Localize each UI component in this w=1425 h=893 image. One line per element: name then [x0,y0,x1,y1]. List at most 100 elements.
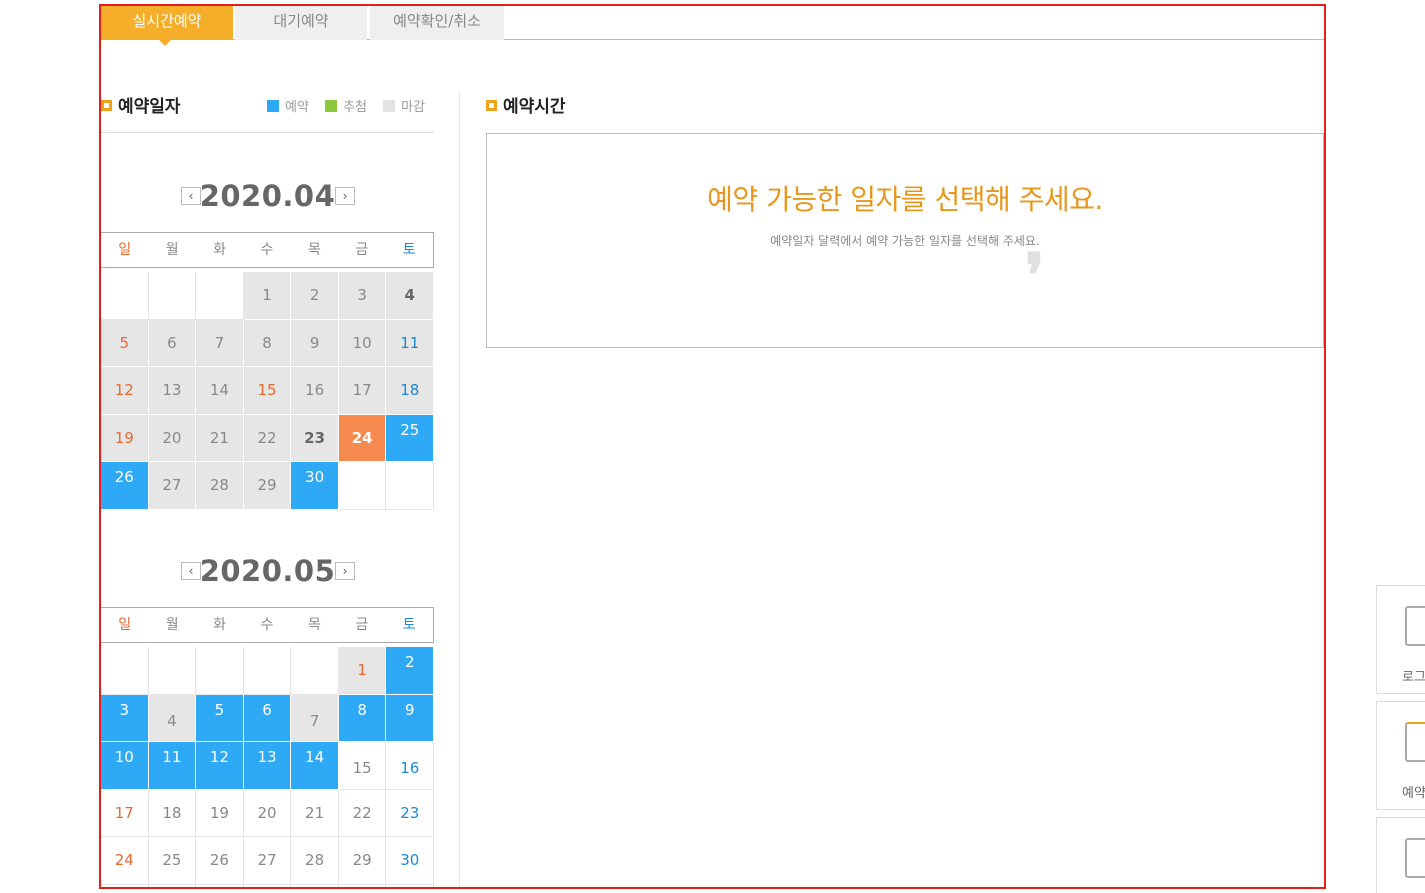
reservation-time-heading: 예약시간 [486,92,566,117]
calendar-day-9: 9 [291,319,339,367]
calendar-day-2[interactable]: 2 [386,647,435,695]
calendar-day-26[interactable]: 26 [101,462,149,510]
calendar-week-row: 12 [101,647,435,695]
calendar-empty-cell [338,884,387,887]
calendar-day-6: 6 [148,319,197,367]
calendar-day-6[interactable]: 6 [243,694,292,742]
calendar-month-title: 2020.04 [199,179,336,213]
calendar-day-24[interactable]: 24 [338,414,387,462]
calendar-day-10[interactable]: 10 [101,742,149,790]
calendar-empty-cell [148,884,197,887]
calendar-day-31: 31 [101,884,149,887]
calendar-day-8: 8 [243,319,292,367]
calendar-day-7: 7 [196,319,244,367]
calendar-day-14: 14 [196,367,244,415]
calendar-day-7: 7 [291,694,339,742]
weekday-label: 목 [307,617,321,633]
calendar-day-27: 27 [148,462,197,510]
calendar-empty-cell [243,647,292,695]
calendar-empty-cell [101,647,149,695]
calendar-day-13: 13 [148,367,197,415]
calendar-header: ‹ 2020.04 › [101,176,434,216]
weekday-header: 일월화수목금토 [101,232,434,268]
calendar-day-29: 29 [243,462,292,510]
weekday-label: 토 [402,242,416,258]
calendar-day-17: 17 [101,789,149,837]
calendar-day-19: 19 [101,414,149,462]
bullet-square-icon [486,100,497,111]
calendar-day-1: 1 [338,647,387,695]
calendar-empty-cell [291,647,339,695]
calendar-day-28: 28 [196,462,244,510]
calendar-day-16: 16 [386,742,435,790]
calendar-day-13[interactable]: 13 [243,742,292,790]
calendar-april: ‹ 2020.04 › [101,176,434,216]
prev-month-button[interactable]: ‹ [181,187,201,205]
calendar-empty-cell [196,884,244,887]
time-selection-box: 예약 가능한 일자를 선택해 주세요. 예약일자 달력에서 예약 가능한 일자를… [486,133,1324,348]
calendar-day-30[interactable]: 30 [291,462,339,510]
calendar-day-3: 3 [338,272,387,320]
calendar-day-11[interactable]: 11 [148,742,197,790]
calendar-day-5: 5 [101,319,149,367]
calendar-empty-cell [291,884,339,887]
calendar-day-19: 19 [196,789,244,837]
calendar-grid-april: 1 2 3 4 5 6 7 8 9 10 11 12 13 14 15 16 17 18 19 20 21 22 23 24 2… [101,272,435,510]
calendar-day-28: 28 [291,837,339,885]
calendar-day-12[interactable]: 12 [196,742,244,790]
calendar-day-15: 15 [338,742,387,790]
reservation-date-heading: 예약일자 [101,92,181,117]
quick-menu-reservation[interactable]: 예약 [1376,701,1425,810]
calendar-day-20: 20 [148,414,197,462]
weekday-label: 토 [402,617,416,633]
calendar-day-3[interactable]: 3 [101,694,149,742]
calendar-day-25[interactable]: 25 [386,414,435,462]
calendar-week-row: 1234 [101,272,435,320]
weekday-label: 금 [355,242,369,258]
calendar-day-23: 23 [291,414,339,462]
next-month-button[interactable]: › [335,187,355,205]
quote-mark-icon: ❜ [1025,241,1045,311]
calendar-day-1: 1 [243,272,292,320]
calendar-month-title: 2020.05 [199,554,336,588]
calendar-day-14[interactable]: 14 [291,742,339,790]
weekday-label: 목 [307,242,321,258]
calendar-day-22: 22 [338,789,387,837]
calendar-day-4: 4 [148,694,197,742]
legend-item-reserve: 예약 [267,100,309,115]
weekday-label: 화 [213,617,226,633]
divider [101,132,434,133]
calendar-day-4: 4 [386,272,435,320]
tab-waiting-reservation[interactable]: 대기예약 [235,6,367,40]
calendar-day-21: 21 [196,414,244,462]
calendar-day-9[interactable]: 9 [386,694,435,742]
column-divider [459,92,460,887]
weekday-label: 수 [260,242,274,258]
select-date-message: 예약 가능한 일자를 선택해 주세요. [707,183,1103,216]
calendar-day-10: 10 [338,319,387,367]
reservation-panel: 실시간예약 대기예약 예약확인/취소 예약일자 예약 추첨 마감 ‹ 2020.… [99,4,1326,889]
quick-menu-other[interactable] [1376,817,1425,893]
calendar-empty-cell [338,462,387,510]
weekday-label: 금 [355,617,369,633]
calendar-day-8[interactable]: 8 [338,694,387,742]
tab-realtime-reservation[interactable]: 실시간예약 [101,6,233,46]
legend-swatch-icon [383,100,396,112]
calendar-icon [1405,722,1425,762]
calendar-day-5[interactable]: 5 [196,694,244,742]
tab-reservation-check-cancel[interactable]: 예약확인/취소 [370,6,504,40]
weekday-label: 화 [213,242,226,258]
calendar-day-21: 21 [291,789,339,837]
weekday-label: 월 [165,617,179,633]
calendar-day-29: 29 [338,837,387,885]
prev-month-button[interactable]: ‹ [181,562,201,580]
calendar-empty-cell [386,462,435,510]
calendar-week-row: 24 25 26 27 28 29 30 [101,837,435,885]
calendar-may: ‹ 2020.05 › [101,551,434,591]
quick-menu-login[interactable]: 로그 [1376,585,1425,694]
calendar-day-16: 16 [291,367,339,415]
next-month-button[interactable]: › [335,562,355,580]
calendar-empty-cell [196,272,244,320]
calendar-day-15: 15 [243,367,292,415]
calendar-header: ‹ 2020.05 › [101,551,434,591]
